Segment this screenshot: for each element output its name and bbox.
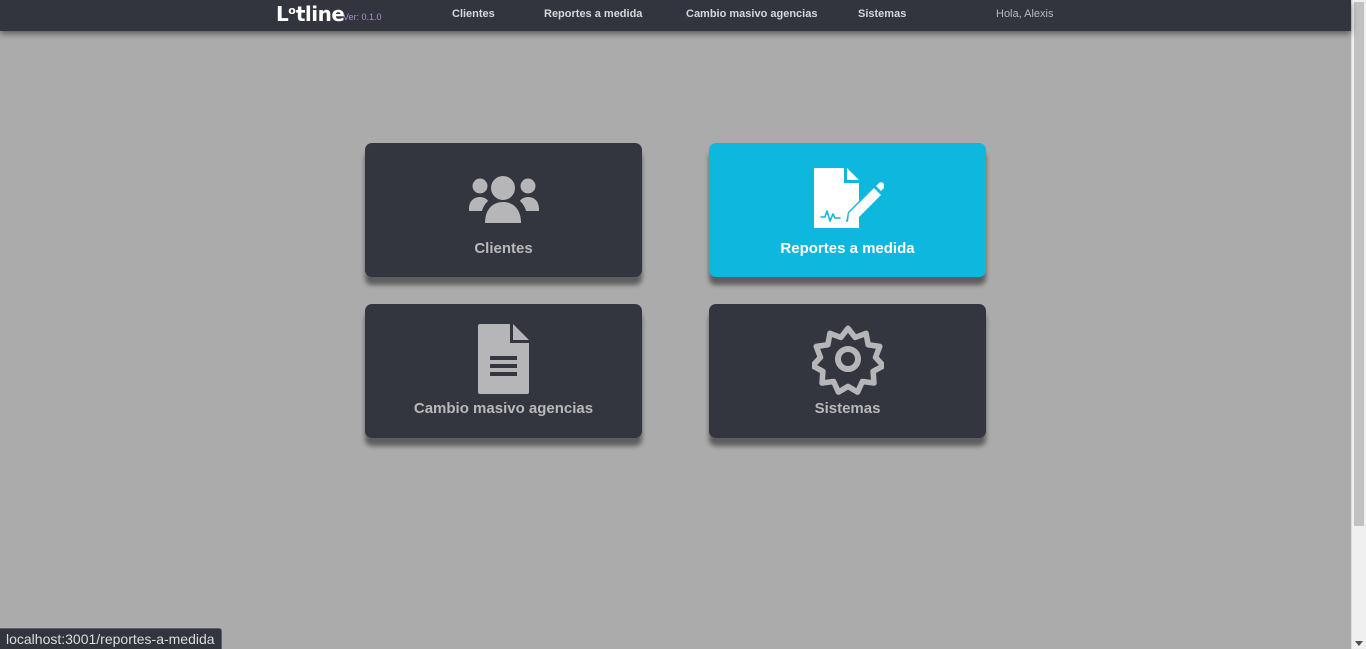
card-cambio-masivo-agencias[interactable]: Cambio masivo agencias bbox=[365, 304, 642, 438]
page: Lotline Ver: 0.1.0 Clientes Reportes a m… bbox=[0, 0, 1366, 649]
nav-link-sistemas[interactable]: Sistemas bbox=[858, 8, 906, 20]
nav-link-reportes-a-medida[interactable]: Reportes a medida bbox=[544, 8, 642, 20]
scroll-down-arrow-icon[interactable] bbox=[1355, 641, 1363, 646]
status-bar-url: localhost:3001/reportes-a-medida bbox=[0, 628, 222, 649]
card-clientes[interactable]: Clientes bbox=[365, 143, 642, 277]
version-label: Ver: 0.1.0 bbox=[343, 12, 382, 22]
card-label-reportes-a-medida: Reportes a medida bbox=[780, 240, 915, 257]
user-greeting[interactable]: Hola, Alexis bbox=[996, 8, 1053, 20]
card-sistemas[interactable]: Sistemas bbox=[709, 304, 986, 438]
file-alt-icon bbox=[477, 324, 529, 394]
top-navbar: Lotline Ver: 0.1.0 Clientes Reportes a m… bbox=[0, 0, 1351, 31]
users-icon bbox=[468, 176, 539, 223]
nav-link-clientes[interactable]: Clientes bbox=[452, 8, 495, 20]
nav-link-cambio-masivo-agencias[interactable]: Cambio masivo agencias bbox=[686, 8, 817, 20]
logo-letter: L bbox=[276, 2, 289, 26]
scrollbar-thumb[interactable] bbox=[1354, 2, 1364, 526]
logo-superscript: o bbox=[288, 4, 296, 17]
gear-icon bbox=[811, 325, 884, 395]
file-signature-icon bbox=[813, 168, 884, 228]
card-label-cambio-masivo-agencias: Cambio masivo agencias bbox=[413, 400, 594, 417]
vertical-scrollbar[interactable] bbox=[1351, 0, 1366, 649]
card-label-sistemas: Sistemas bbox=[814, 400, 881, 417]
card-label-clientes: Clientes bbox=[474, 240, 533, 257]
logo-rest: tline bbox=[295, 2, 345, 26]
card-reportes-a-medida[interactable]: Reportes a medida bbox=[709, 143, 986, 277]
brand-logo[interactable]: Lotline bbox=[276, 2, 345, 29]
